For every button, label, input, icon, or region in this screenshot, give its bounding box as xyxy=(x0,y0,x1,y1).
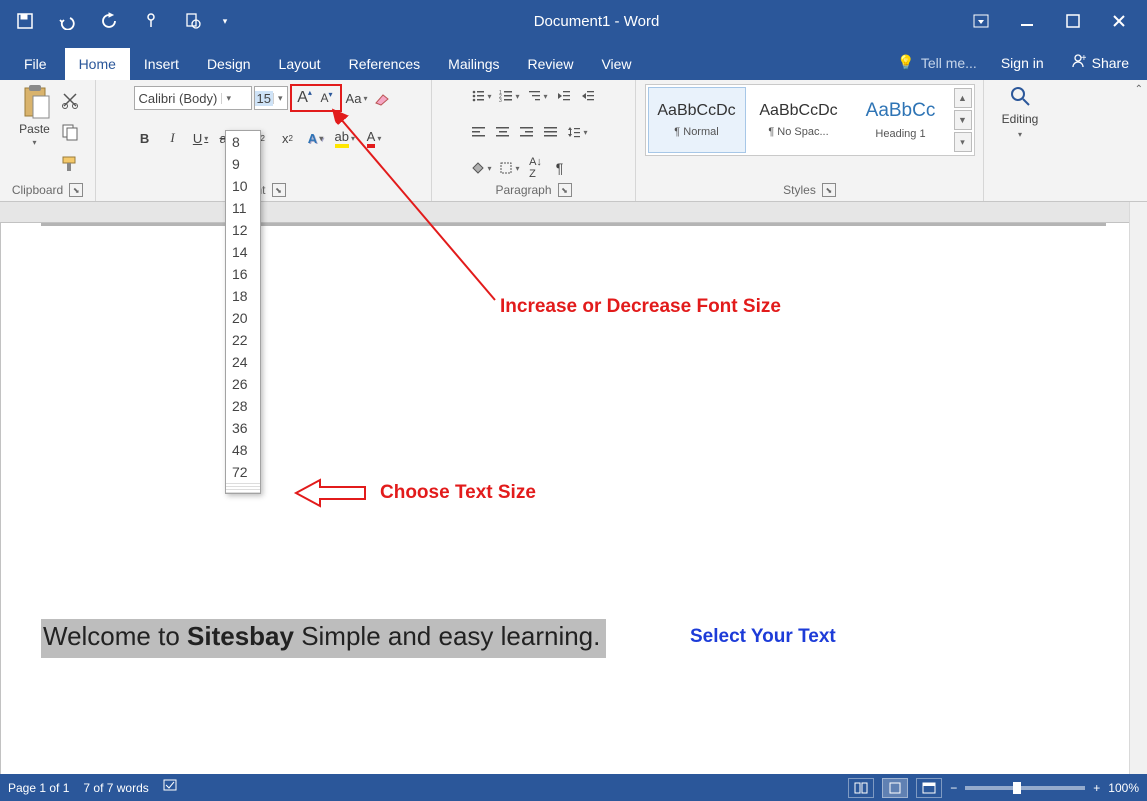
size-option[interactable]: 72 xyxy=(226,461,260,483)
size-option[interactable]: 22 xyxy=(226,329,260,351)
size-option[interactable]: 8 xyxy=(226,131,260,153)
size-option[interactable]: 20 xyxy=(226,307,260,329)
size-option[interactable]: 28 xyxy=(226,395,260,417)
size-option[interactable]: 18 xyxy=(226,285,260,307)
size-option[interactable]: 14 xyxy=(226,241,260,263)
annotation-arrows xyxy=(0,0,1147,801)
size-option[interactable]: 36 xyxy=(226,417,260,439)
size-option[interactable]: 9 xyxy=(226,153,260,175)
size-option[interactable]: 10 xyxy=(226,175,260,197)
size-option[interactable]: 11 xyxy=(226,197,260,219)
size-option[interactable]: 24 xyxy=(226,351,260,373)
size-option[interactable]: 26 xyxy=(226,373,260,395)
font-size-dropdown[interactable]: 8 9 10 11 12 14 16 18 20 22 24 26 28 36 … xyxy=(225,130,261,494)
size-option[interactable]: 48 xyxy=(226,439,260,461)
size-option[interactable]: 16 xyxy=(226,263,260,285)
dropdown-resize-grip[interactable] xyxy=(226,483,260,493)
size-option[interactable]: 12 xyxy=(226,219,260,241)
